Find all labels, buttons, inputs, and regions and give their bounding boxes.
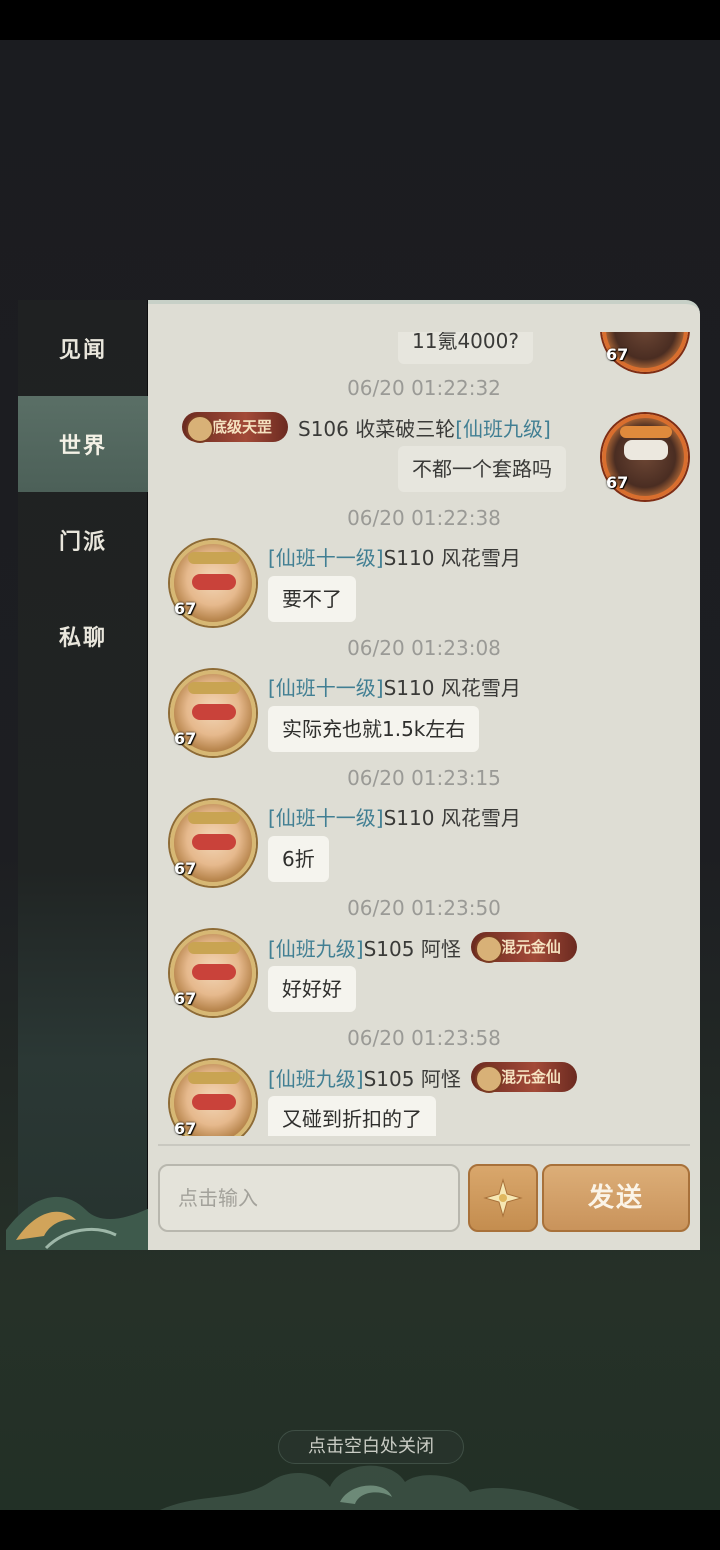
avatar-face-icon: [192, 834, 236, 850]
message-list[interactable]: 11氪4000? 67 06/20 01:22:32 底级天罡 S106 收菜破…: [148, 332, 700, 1136]
timestamp: 06/20 01:23:08: [347, 636, 501, 660]
channel-sidebar: 见闻 世界 门派 私聊: [6, 300, 158, 1250]
avatar-crown-icon: [188, 942, 240, 954]
message-bubble: 实际充也就1.5k左右: [268, 706, 480, 752]
navigation-bar: [0, 1510, 720, 1550]
avatar[interactable]: 67: [170, 1060, 256, 1136]
message-bubble: 要不了: [268, 576, 356, 622]
avatar[interactable]: 67: [170, 540, 256, 626]
chat-area: 11氪4000? 67 06/20 01:22:32 底级天罡 S106 收菜破…: [148, 300, 700, 1250]
tab-world[interactable]: 世界: [18, 396, 158, 492]
send-button[interactable]: 发送: [542, 1164, 690, 1232]
sender-name[interactable]: S105 阿怪: [364, 933, 461, 962]
sender-line: [仙班十一级] S110 风花雪月: [268, 802, 521, 831]
avatar-face-icon: [624, 440, 668, 460]
tab-news[interactable]: 见闻: [18, 300, 148, 396]
avatar-crown-icon: [188, 682, 240, 694]
message-bubble: 6折: [268, 836, 329, 882]
level-badge: 67: [174, 599, 197, 618]
avatar-crown-icon: [620, 426, 672, 438]
avatar[interactable]: 67: [602, 332, 688, 372]
sender-rank: [仙班十一级]: [268, 806, 384, 830]
avatar[interactable]: 67: [602, 414, 688, 500]
sender-name[interactable]: S110 风花雪月: [384, 672, 521, 701]
sparkle-flower-icon: [483, 1178, 523, 1218]
sender-name[interactable]: S110 风花雪月: [384, 802, 521, 831]
tab-private-chat[interactable]: 私聊: [18, 588, 148, 684]
title-badge: 底级天罡: [182, 412, 289, 443]
level-badge: 67: [174, 859, 197, 878]
level-badge: 67: [174, 729, 197, 748]
chat-panel: 见闻 世界 门派 私聊 11氪4000? 67 06/20 01:22:32 底…: [6, 300, 700, 1250]
sender-rank: [仙班十一级]: [268, 676, 384, 700]
avatar[interactable]: 67: [170, 930, 256, 1016]
status-bar: [0, 0, 720, 40]
message-bubble: 不都一个套路吗: [398, 446, 566, 492]
sender-name[interactable]: S110 风花雪月: [384, 542, 521, 571]
sender-rank: [仙班九级]: [268, 1066, 364, 1091]
avatar-face-icon: [192, 1094, 236, 1110]
avatar-face-icon: [192, 574, 236, 590]
message-bubble: 11氪4000?: [398, 332, 533, 364]
divider: [158, 1144, 690, 1146]
sender-line: [仙班十一级] S110 风花雪月: [268, 672, 521, 701]
tab-sect[interactable]: 门派: [18, 492, 148, 588]
avatar-face-icon: [192, 964, 236, 980]
wave-ornament-icon: [6, 1196, 156, 1250]
timestamp: 06/20 01:23:15: [347, 766, 501, 790]
avatar-crown-icon: [188, 1072, 240, 1084]
sender-name[interactable]: S105 阿怪: [364, 1063, 461, 1092]
avatar[interactable]: 67: [170, 800, 256, 886]
avatar-crown-icon: [188, 812, 240, 824]
title-badge: 混元金仙: [470, 932, 577, 963]
cloud-ornament-icon: [160, 1465, 580, 1510]
chat-input[interactable]: 点击输入: [158, 1164, 460, 1232]
level-badge: 67: [606, 473, 629, 492]
avatar-face-icon: [192, 704, 236, 720]
level-badge: 67: [606, 345, 629, 364]
sender-line: [仙班十一级] S110 风花雪月: [268, 542, 521, 571]
avatar[interactable]: 67: [170, 670, 256, 756]
timestamp: 06/20 01:23:58: [347, 1026, 501, 1050]
title-badge: 混元金仙: [470, 1062, 577, 1093]
level-badge: 67: [174, 989, 197, 1008]
sender-rank: [仙班十一级]: [268, 546, 384, 570]
sender-rank: [仙班九级]: [455, 416, 551, 441]
sender-line: 底级天罡 S106 收菜破三轮 [仙班九级]: [182, 412, 551, 443]
emoji-button[interactable]: [468, 1164, 538, 1232]
message-bubble: 又碰到折扣的了: [268, 1096, 436, 1136]
message-bubble: 好好好: [268, 966, 356, 1012]
level-badge: 67: [174, 1119, 197, 1136]
sender-name[interactable]: S106 收菜破三轮: [298, 413, 455, 442]
sender-line: [仙班九级] S105 阿怪 混元金仙: [268, 932, 577, 963]
sender-line: [仙班九级] S105 阿怪 混元金仙: [268, 1062, 577, 1093]
timestamp: 06/20 01:23:50: [347, 896, 501, 920]
sender-rank: [仙班九级]: [268, 936, 364, 961]
timestamp: 06/20 01:22:32: [347, 376, 501, 400]
timestamp: 06/20 01:22:38: [347, 506, 501, 530]
avatar-crown-icon: [188, 552, 240, 564]
